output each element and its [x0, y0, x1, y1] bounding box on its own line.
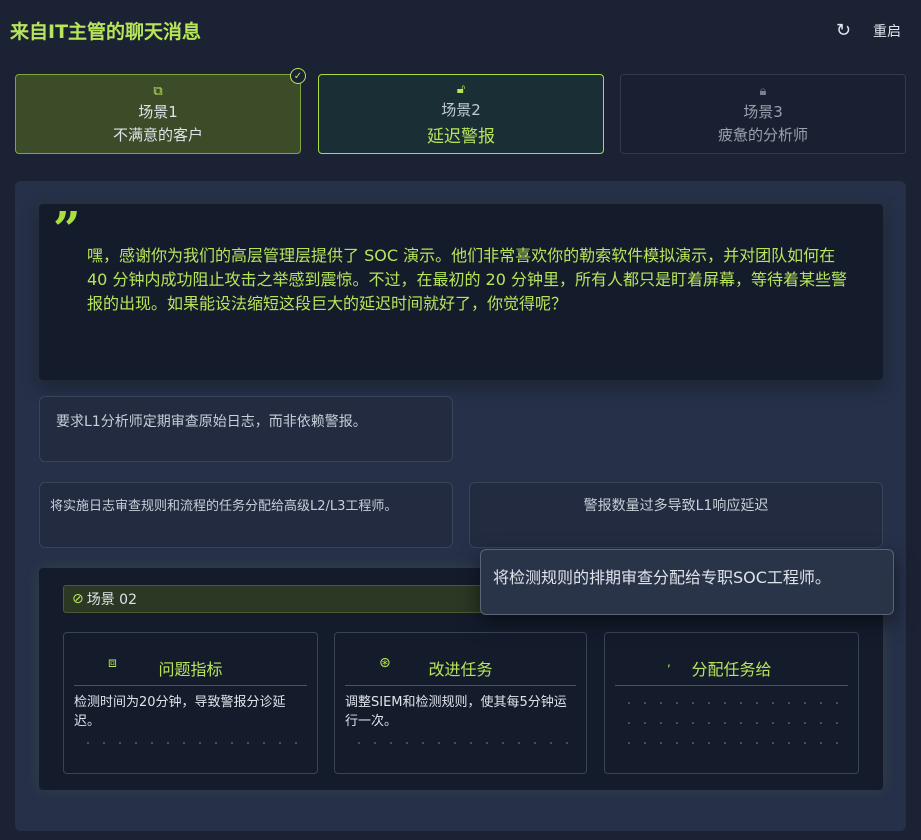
drop-slot[interactable]	[80, 742, 301, 744]
column-header: ⊛ 改进任务	[345, 651, 576, 686]
copy-icon: ⧉	[153, 83, 163, 99]
check-icon: ✓	[290, 68, 306, 84]
drop-zone-problem-indicator[interactable]: ⧈ 问题指标 检测时间为20分钟，导致警报分诊延迟。	[63, 632, 318, 774]
unlock-icon: 🔓︎	[456, 81, 466, 97]
scene-label: ⊘ 场景 02	[63, 585, 503, 613]
column-content: 检测时间为20分钟，导致警报分诊延迟。	[74, 695, 286, 729]
dragging-answer-option[interactable]: 将检测规则的排期审查分配给专职SOC工程师。	[480, 549, 894, 615]
chat-message-text: 嘿，感谢你为我们的高层管理层提供了 SOC 演示。他们非常喜欢你的勒索软件模拟演…	[87, 246, 847, 313]
tab-scene-1-number: 场景1	[138, 102, 178, 121]
drop-slot[interactable]	[621, 702, 842, 704]
tab-scene-3[interactable]: 🔒︎ 场景3 疲惫的分析师	[620, 74, 906, 154]
tab-scene-2[interactable]: 🔓︎ 场景2 延迟警报	[318, 74, 604, 154]
answer-option[interactable]: 将实施日志审查规则和流程的任务分配给高级L2/L3工程师。	[39, 482, 453, 548]
scene-label-text: 场景 02	[86, 592, 137, 608]
answer-option[interactable]: 要求L1分析师定期审查原始日志，而非依赖警报。	[39, 396, 453, 462]
alert-icon: ⧈	[108, 655, 117, 671]
tab-scene-2-number: 场景2	[441, 100, 481, 119]
drop-zone-improvement-task[interactable]: ⊛ 改进任务 调整SIEM和检测规则，使其每5分钟运行一次。	[334, 632, 587, 774]
drop-slot[interactable]	[621, 742, 842, 744]
reset-label[interactable]: 重启	[873, 21, 901, 41]
user-icon: ,	[667, 655, 671, 669]
drop-slot[interactable]	[621, 722, 842, 724]
column-title: 改进任务	[428, 660, 493, 679]
column-content: 调整SIEM和检测规则，使其每5分钟运行一次。	[345, 695, 567, 729]
drop-zone-assign-to[interactable]: , 分配任务给	[604, 632, 859, 774]
check-circle-icon: ⊘	[72, 591, 84, 607]
tab-scene-1-name: 不满意的客户	[112, 125, 203, 144]
tab-scene-1[interactable]: ⧉ 场景1 不满意的客户	[15, 74, 301, 154]
tab-scene-3-name: 疲惫的分析师	[717, 125, 808, 144]
upgrade-icon: ⊛	[379, 655, 391, 671]
column-header: , 分配任务给	[615, 651, 848, 686]
page-title: 来自IT主管的聊天消息	[10, 21, 202, 43]
lock-icon: 🔒︎	[759, 83, 767, 99]
drop-slot[interactable]	[351, 742, 570, 744]
quote-icon: ”	[53, 202, 81, 258]
refresh-icon[interactable]: ↻	[836, 20, 851, 41]
tab-scene-3-number: 场景3	[743, 102, 783, 121]
column-title: 问题指标	[158, 660, 223, 679]
answer-option[interactable]: 警报数量过多导致L1响应延迟	[469, 482, 883, 548]
tab-scene-2-name: 延迟警报	[427, 126, 495, 147]
column-header: ⧈ 问题指标	[74, 651, 307, 686]
chat-message-card: ” 嘿，感谢你为我们的高层管理层提供了 SOC 演示。他们非常喜欢你的勒索软件模…	[39, 202, 883, 380]
reset-button[interactable]: ↻ 重启	[836, 20, 901, 41]
column-title: 分配任务给	[691, 660, 772, 679]
